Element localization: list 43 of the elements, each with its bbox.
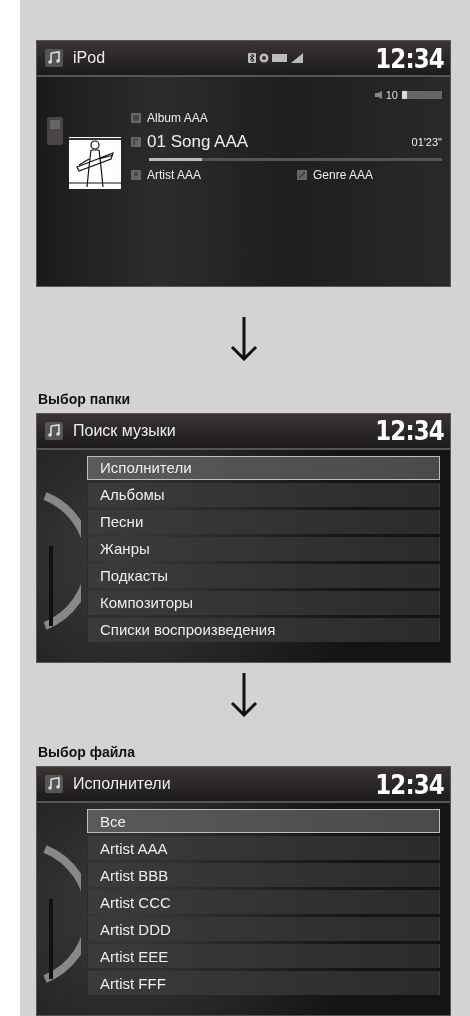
list-item[interactable]: Исполнители xyxy=(87,455,440,480)
list-item[interactable]: Альбомы xyxy=(87,482,440,507)
album-art-drawing xyxy=(69,137,121,189)
bluetooth-icon xyxy=(248,53,257,63)
list-item[interactable]: Все xyxy=(87,809,440,833)
ipod-icon xyxy=(47,117,63,145)
music-note-icon xyxy=(45,49,63,67)
step-caption: Выбор файла xyxy=(38,744,136,760)
list-item[interactable]: Списки воспроизведения xyxy=(87,617,440,642)
list-item[interactable]: Artist FFF xyxy=(87,971,440,995)
signal-icon xyxy=(291,53,304,63)
list-item[interactable]: Жанры xyxy=(87,536,440,561)
down-arrow-icon xyxy=(229,672,258,717)
artist-name: Artist AAA xyxy=(147,168,202,182)
elapsed-time: 01'23" xyxy=(411,136,442,148)
screen-title: Исполнители xyxy=(73,775,172,793)
list-item[interactable]: Artist EEE xyxy=(87,944,440,968)
list-item[interactable]: Композиторы xyxy=(87,590,440,615)
artist-icon xyxy=(131,170,141,180)
down-arrow-icon xyxy=(229,317,258,362)
song-title: 01 Song AAA xyxy=(147,132,249,152)
list-item[interactable]: Artist DDD xyxy=(87,917,440,941)
volume-reading: 10 xyxy=(385,89,398,101)
step-caption: Выбор папки xyxy=(38,390,131,407)
genre-name: Genre AAA xyxy=(313,168,374,182)
clock: 12:34 xyxy=(375,768,444,800)
album-icon xyxy=(131,113,141,123)
music-note-icon xyxy=(45,775,63,793)
list-item[interactable]: Artist AAA xyxy=(87,836,440,860)
album-name: Album AAA xyxy=(147,111,208,125)
screen-title: Поиск музыки xyxy=(73,421,177,440)
music-note-icon xyxy=(45,421,63,440)
list-item[interactable]: Artist BBB xyxy=(87,863,440,887)
list-item[interactable]: Песни xyxy=(87,509,440,534)
list-item[interactable]: Artist CCC xyxy=(87,890,440,914)
speaker-icon xyxy=(374,91,382,99)
battery-icon xyxy=(272,54,289,62)
genre-icon xyxy=(297,170,307,180)
list-item[interactable]: Подкасты xyxy=(87,563,440,588)
screen-title: iPod xyxy=(73,49,107,67)
track-icon xyxy=(131,137,141,147)
clock: 12:34 xyxy=(375,415,444,447)
clock: 12:34 xyxy=(375,42,444,74)
